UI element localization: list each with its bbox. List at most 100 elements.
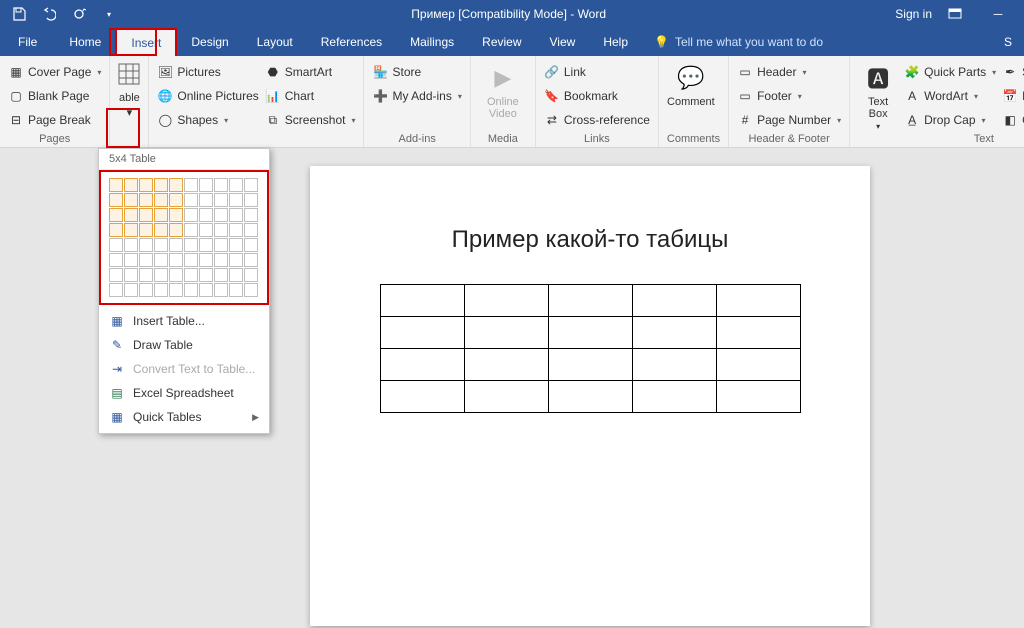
shapes-button[interactable]: ◯Shapes▾ [157,110,258,130]
grid-cell[interactable] [154,268,168,282]
table-size-grid[interactable] [109,178,259,297]
grid-cell[interactable] [109,238,123,252]
grid-cell[interactable] [124,208,138,222]
grid-cell[interactable] [109,223,123,237]
cover-page-button[interactable]: ▦Cover Page▾ [8,62,101,82]
grid-cell[interactable] [139,208,153,222]
grid-cell[interactable] [124,253,138,267]
my-addins-button[interactable]: ➕My Add-ins▾ [372,86,461,106]
quick-tables-item[interactable]: ▦Quick Tables▶ [99,405,269,429]
tab-mailings[interactable]: Mailings [396,28,468,56]
grid-cell[interactable] [229,223,243,237]
pictures-button[interactable]: 🖼Pictures [157,62,258,82]
grid-cell[interactable] [214,193,228,207]
grid-cell[interactable] [184,223,198,237]
grid-cell[interactable] [244,178,258,192]
grid-cell[interactable] [184,253,198,267]
grid-cell[interactable] [169,253,183,267]
grid-cell[interactable] [139,253,153,267]
grid-cell[interactable] [229,268,243,282]
save-button[interactable] [6,3,32,25]
grid-cell[interactable] [169,208,183,222]
tab-layout[interactable]: Layout [243,28,307,56]
share-button[interactable]: S [992,28,1024,56]
page-break-button[interactable]: ⊟Page Break [8,110,101,130]
grid-cell[interactable] [109,193,123,207]
date-time-button[interactable]: 📅Date & Time [1002,86,1024,106]
grid-cell[interactable] [184,193,198,207]
grid-cell[interactable] [214,268,228,282]
grid-cell[interactable] [169,223,183,237]
grid-cell[interactable] [184,238,198,252]
grid-cell[interactable] [169,178,183,192]
grid-cell[interactable] [109,283,123,297]
grid-cell[interactable] [154,178,168,192]
grid-cell[interactable] [199,238,213,252]
grid-cell[interactable] [124,193,138,207]
tab-design[interactable]: Design [177,28,242,56]
grid-cell[interactable] [154,253,168,267]
grid-cell[interactable] [154,238,168,252]
grid-cell[interactable] [214,283,228,297]
grid-cell[interactable] [244,223,258,237]
grid-cell[interactable] [184,208,198,222]
grid-cell[interactable] [244,253,258,267]
grid-cell[interactable] [229,193,243,207]
tab-review[interactable]: Review [468,28,535,56]
tell-me-search[interactable]: 💡 [642,28,867,56]
grid-cell[interactable] [169,283,183,297]
grid-cell[interactable] [139,178,153,192]
tab-help[interactable]: Help [589,28,642,56]
drop-cap-button[interactable]: A̲Drop Cap▾ [904,110,996,130]
grid-cell[interactable] [109,253,123,267]
grid-cell[interactable] [124,178,138,192]
tell-me-input[interactable] [675,35,855,49]
grid-cell[interactable] [199,253,213,267]
grid-cell[interactable] [184,283,198,297]
grid-cell[interactable] [169,238,183,252]
table-button[interactable]: able▾ [114,58,144,119]
object-button[interactable]: ◧Object▾ [1002,110,1024,130]
comment-button[interactable]: 💬Comment [667,62,715,108]
grid-cell[interactable] [199,208,213,222]
store-button[interactable]: 🏪Store [372,62,461,82]
footer-button[interactable]: ▭Footer▾ [737,86,841,106]
grid-cell[interactable] [244,268,258,282]
bookmark-button[interactable]: 🔖Bookmark [544,86,650,106]
chart-button[interactable]: 📊Chart [265,86,356,106]
grid-cell[interactable] [109,178,123,192]
quick-parts-button[interactable]: 🧩Quick Parts▾ [904,62,996,82]
header-button[interactable]: ▭Header▾ [737,62,841,82]
minimize-button[interactable]: ─ [978,0,1018,28]
tab-home[interactable]: Home [55,28,115,56]
grid-cell[interactable] [199,178,213,192]
grid-cell[interactable] [214,178,228,192]
grid-cell[interactable] [184,268,198,282]
grid-cell[interactable] [124,223,138,237]
wordart-button[interactable]: AWordArt▾ [904,86,996,106]
grid-cell[interactable] [139,193,153,207]
grid-cell[interactable] [154,208,168,222]
grid-cell[interactable] [199,268,213,282]
signature-line-button[interactable]: ✒Signature Line▾ [1002,62,1024,82]
grid-cell[interactable] [169,193,183,207]
grid-cell[interactable] [154,193,168,207]
grid-cell[interactable] [124,268,138,282]
grid-cell[interactable] [229,178,243,192]
document-table[interactable] [380,284,801,413]
grid-cell[interactable] [139,223,153,237]
grid-cell[interactable] [154,223,168,237]
draw-table-item[interactable]: ✎Draw Table [99,333,269,357]
smartart-button[interactable]: ⬣SmartArt [265,62,356,82]
grid-cell[interactable] [244,238,258,252]
tab-references[interactable]: References [307,28,396,56]
grid-cell[interactable] [214,223,228,237]
grid-cell[interactable] [184,178,198,192]
grid-cell[interactable] [244,193,258,207]
online-pictures-button[interactable]: 🌐Online Pictures [157,86,258,106]
text-box-button[interactable]: 🅰Text Box▾ [858,62,898,131]
grid-cell[interactable] [154,283,168,297]
tab-view[interactable]: View [536,28,590,56]
grid-cell[interactable] [199,193,213,207]
grid-cell[interactable] [229,283,243,297]
